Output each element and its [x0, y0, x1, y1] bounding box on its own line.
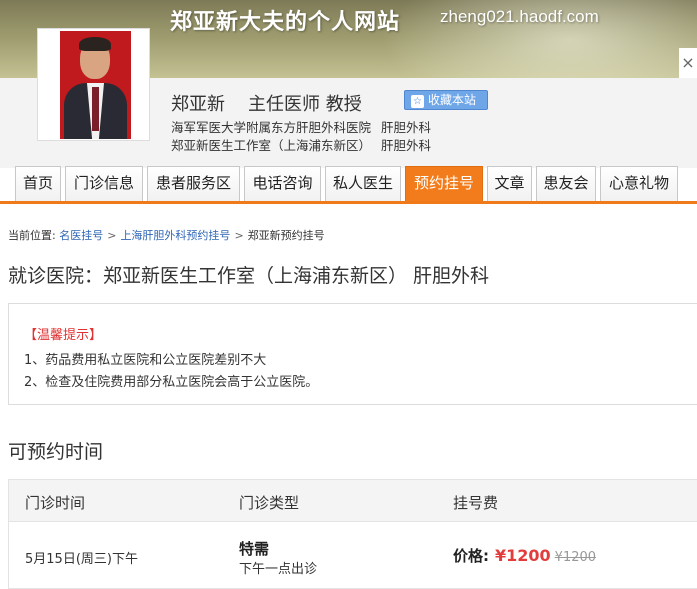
tab-patient-club[interactable]: 患友会 [536, 166, 596, 201]
price-cell: 价格: ¥1200 ¥1200 [453, 545, 596, 566]
tab-home[interactable]: 首页 [15, 166, 61, 201]
visit-hospital-heading: 就诊医院：郑亚新医生工作室（上海浦东新区） 肝胆外科 [8, 265, 490, 287]
doctor-title: 主任医师 教授 [248, 94, 362, 115]
tab-clinic-info[interactable]: 门诊信息 [65, 166, 143, 201]
breadcrumb-link[interactable]: 名医挂号 [59, 229, 103, 242]
favorite-button[interactable]: ☆ 收藏本站 [404, 90, 488, 110]
notice-box: 【温馨提示】 1、药品费用私立医院和公立医院差别不大 2、检查及住院费用部分私立… [8, 303, 697, 405]
site-domain[interactable]: zheng021.haodf.com [440, 7, 599, 27]
close-icon[interactable]: × [679, 48, 697, 78]
tab-patient-service[interactable]: 患者服务区 [147, 166, 240, 201]
doctor-photo [37, 28, 150, 141]
notice-line: 1、药品费用私立医院和公立医院差别不大 [24, 353, 267, 368]
clinic-time: 5月15日(周三)下午 [25, 552, 138, 567]
doctor-name: 郑亚新 [171, 94, 225, 115]
hospital-line: 海军军医大学附属东方肝胆外科医院 肝胆外科 [171, 117, 431, 136]
column-header: 挂号费 [453, 494, 499, 512]
site-title: 郑亚新大夫的个人网站 [170, 10, 401, 35]
hospital-name[interactable]: 郑亚新医生工作室（上海浦东新区） [171, 138, 371, 153]
column-header: 门诊时间 [25, 494, 86, 512]
schedule-table: 门诊时间 门诊类型 挂号费 5月15日(周三)下午 特需 下午一点出诊 价格: ¥… [8, 479, 697, 589]
breadcrumb: 当前位置: 名医挂号 > 上海肝胆外科预约挂号 > 郑亚新预约挂号 [8, 227, 325, 243]
clinic-type: 特需 [239, 540, 270, 558]
notice-line: 2、检查及住院费用部分私立医院会高于公立医院。 [24, 375, 319, 390]
hospital-dept[interactable]: 肝胆外科 [381, 120, 431, 135]
hospital-line: 郑亚新医生工作室（上海浦东新区） 肝胆外科 [171, 135, 431, 154]
price-label: 价格: [453, 547, 489, 565]
breadcrumb-prefix: 当前位置: [8, 229, 56, 242]
hospital-dept[interactable]: 肝胆外科 [381, 138, 431, 153]
portrait-image [60, 31, 131, 139]
tab-phone-consult[interactable]: 电话咨询 [244, 166, 321, 201]
main-nav: 首页 门诊信息 患者服务区 电话咨询 私人医生 预约挂号 文章 患友会 心意礼物 [0, 166, 697, 204]
star-icon: ☆ [411, 95, 424, 108]
notice-title: 【温馨提示】 [24, 328, 103, 343]
breadcrumb-link[interactable]: 上海肝胆外科预约挂号 [120, 229, 230, 242]
table-header: 门诊时间 门诊类型 挂号费 [9, 480, 697, 522]
column-header: 门诊类型 [239, 494, 300, 512]
tab-gifts[interactable]: 心意礼物 [600, 166, 678, 201]
tab-articles[interactable]: 文章 [487, 166, 532, 201]
section-title: 可预约时间 [8, 441, 104, 463]
breadcrumb-current: 郑亚新预约挂号 [247, 229, 325, 242]
favorite-label: 收藏本站 [428, 93, 477, 107]
original-price: ¥1200 [554, 550, 597, 565]
breadcrumb-separator: > [234, 229, 244, 242]
price-value: ¥1200 [495, 546, 551, 565]
hospital-name[interactable]: 海军军医大学附属东方肝胆外科医院 [171, 120, 371, 135]
tab-appointment[interactable]: 预约挂号 [405, 166, 483, 201]
clinic-type-note: 下午一点出诊 [239, 562, 318, 577]
tab-private-doctor[interactable]: 私人医生 [325, 166, 401, 201]
breadcrumb-separator: > [107, 229, 117, 242]
